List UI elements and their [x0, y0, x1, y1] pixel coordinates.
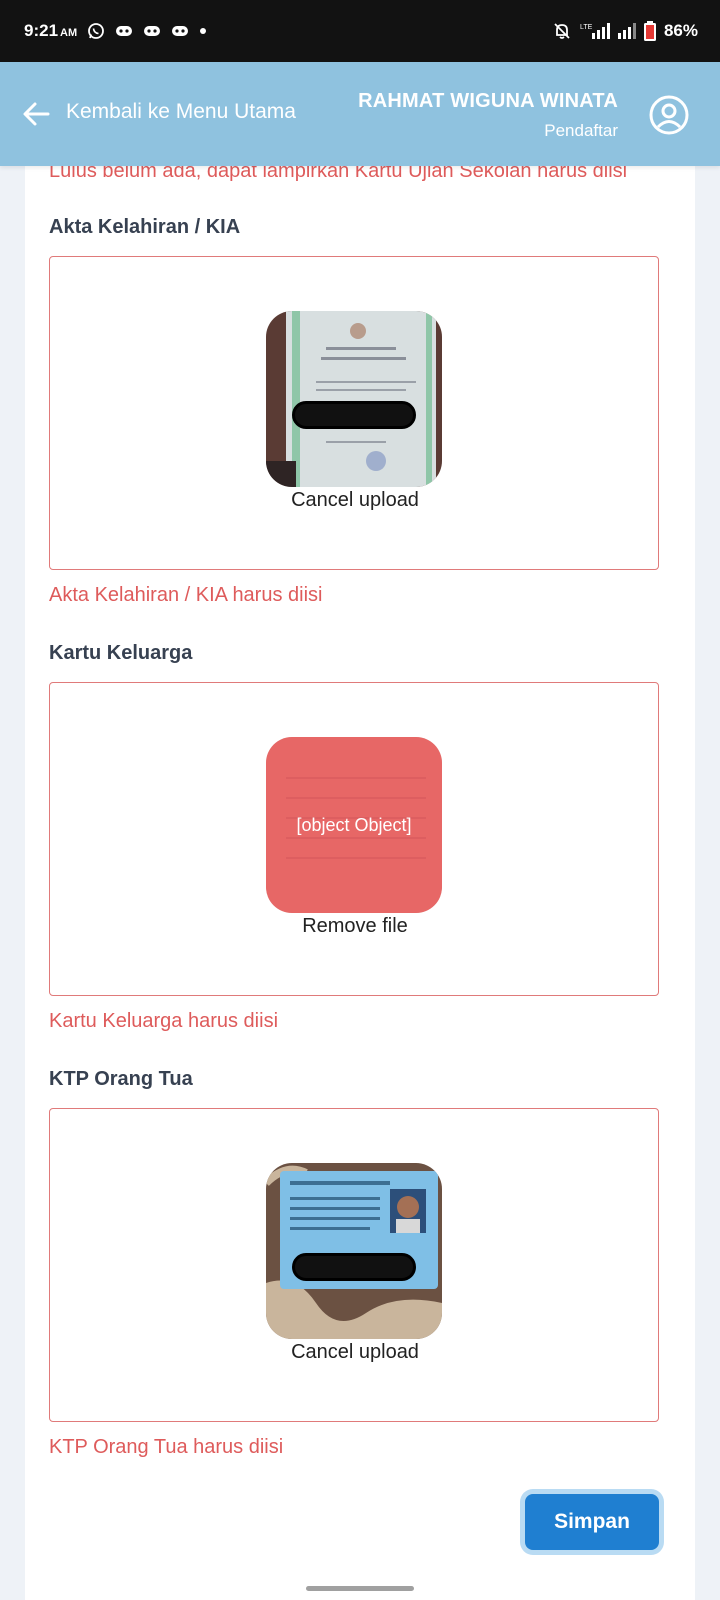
battery-percent: 86%: [663, 21, 698, 40]
status-right: LTE 86%: [552, 21, 698, 41]
app-header: Kembali ke Menu Utama RAHMAT WIGUNA WINA…: [0, 62, 720, 166]
battery-icon: [643, 21, 656, 41]
cancel-upload-link[interactable]: Cancel upload: [50, 489, 660, 512]
game-controller-icon: [115, 23, 133, 39]
document-photo: [266, 311, 442, 487]
thumbnail-ktp: [266, 1163, 442, 1339]
remove-file-link[interactable]: Remove file: [50, 915, 660, 938]
save-button[interactable]: Simpan: [525, 1494, 659, 1550]
bell-muted-icon: [552, 21, 572, 41]
profile-button[interactable]: [648, 94, 690, 136]
upload-progress-bar: [292, 1253, 416, 1281]
user-role: Pendaftar: [544, 121, 618, 140]
id-card-photo: [266, 1163, 442, 1339]
game-controller-icon: [171, 23, 189, 39]
user-info: RAHMAT WIGUNA WINATA Pendaftar: [358, 90, 618, 141]
upload-error-overlay: [object Object]: [266, 737, 442, 913]
user-circle-icon: [649, 95, 689, 135]
back-label[interactable]: Kembali ke Menu Utama: [66, 100, 296, 124]
signal-icon: LTE: [580, 21, 610, 41]
section-title-akta: Akta Kelahiran / KIA: [49, 216, 241, 238]
dropzone-ktp[interactable]: Cancel upload: [49, 1108, 659, 1422]
error-kk: Kartu Keluarga harus diisi: [49, 1010, 279, 1032]
back-button[interactable]: [20, 98, 52, 130]
game-controller-icon: [143, 23, 161, 39]
section-title-kk: Kartu Keluarga: [49, 642, 193, 664]
cancel-upload-link[interactable]: Cancel upload: [50, 1341, 660, 1364]
status-left: 9:21 AM: [24, 21, 207, 41]
error-ktp: KTP Orang Tua harus diisi: [49, 1436, 284, 1458]
dot-icon: [199, 27, 207, 35]
arrow-left-icon: [23, 102, 50, 126]
home-indicator[interactable]: [306, 1586, 414, 1591]
error-akta: Akta Kelahiran / KIA harus diisi: [49, 584, 323, 606]
whatsapp-icon: [87, 22, 105, 40]
user-name: RAHMAT WIGUNA WINATA: [358, 90, 618, 112]
thumbnail-akta: [266, 311, 442, 487]
signal-icon: [617, 21, 636, 41]
thumbnail-kk: [object Object]: [266, 737, 442, 913]
status-time: 9:21 AM: [24, 21, 78, 40]
dropzone-kk[interactable]: [object Object] Remove file: [49, 682, 659, 996]
svg-text:LTE: LTE: [580, 24, 593, 31]
section-title-ktp: KTP Orang Tua: [49, 1068, 193, 1090]
upload-form-card: Lulus belum ada, dapat lampirkan Kartu U…: [25, 160, 695, 1600]
status-bar: 9:21 AM LTE 86%: [0, 0, 720, 62]
dropzone-akta[interactable]: Cancel upload: [49, 256, 659, 570]
upload-progress-bar: [292, 401, 416, 429]
upload-error-text: [object Object]: [296, 814, 412, 835]
